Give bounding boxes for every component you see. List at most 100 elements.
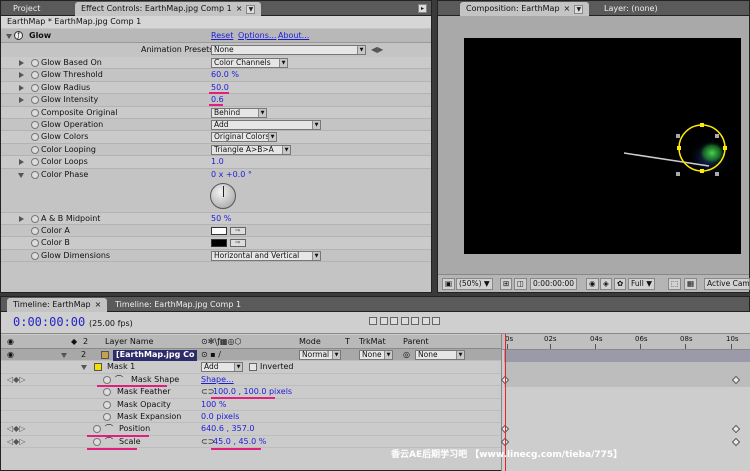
time-ruler[interactable]: 0s 02s 04s 06s 08s 10s <box>502 334 750 350</box>
stopwatch-icon[interactable] <box>93 425 101 434</box>
color-b-swatch[interactable] <box>211 239 227 248</box>
tab-layer[interactable]: Layer: (none) <box>598 2 664 16</box>
color-looping-dropdown[interactable]: Triangle A>B>A ▼ <box>211 144 291 155</box>
stopwatch-icon[interactable] <box>31 59 39 67</box>
color-loops-value[interactable]: 1.0 <box>211 156 224 168</box>
stopwatch-icon[interactable] <box>103 375 111 384</box>
glow-threshold-value[interactable]: 60.0 % <box>211 69 239 81</box>
options-link[interactable]: Options... <box>238 31 277 40</box>
collapse-icon[interactable] <box>61 353 67 358</box>
glow-based-on-dropdown[interactable]: Color Channels ▼ <box>211 58 288 68</box>
prop-value[interactable]: Shape... <box>201 374 234 386</box>
keyframe[interactable] <box>731 424 741 434</box>
safe-zones-icon[interactable]: ⊞ <box>500 278 513 290</box>
layer-switches[interactable]: ⊙ ▪ / <box>201 349 221 361</box>
mask-name[interactable]: Mask 1 <box>107 361 135 373</box>
close-icon[interactable]: × <box>95 300 102 309</box>
prop-value[interactable]: 0.0 pixels <box>201 411 239 423</box>
stopwatch-icon[interactable] <box>31 227 39 235</box>
live-update-icon[interactable] <box>379 316 388 325</box>
presets-dropdown[interactable]: None ▼ <box>211 45 366 55</box>
stopwatch-icon[interactable] <box>31 214 39 223</box>
layer-name-header[interactable]: Layer Name <box>105 335 153 348</box>
timeline-timecode[interactable]: 0:00:00:00 <box>13 315 85 329</box>
layer-bar[interactable] <box>504 350 750 363</box>
color-phase-value[interactable]: 0 x +0.0 ° <box>211 169 252 181</box>
layer-row[interactable]: ◉ 2 [EarthMap.jpg Co ⊙ ▪ / Normal ▼ None ▼… <box>1 349 501 362</box>
glow-operation-dropdown[interactable]: Add ▼ <box>211 120 321 130</box>
current-time[interactable]: 0:00:00:00 <box>530 278 577 290</box>
keyframe-nav-icon[interactable]: ◁◆▷ <box>7 423 25 435</box>
draft-3d-icon[interactable] <box>390 316 399 325</box>
mask-mode-dropdown[interactable]: Add ▼ <box>201 362 243 373</box>
inverted-checkbox[interactable] <box>249 363 257 372</box>
glow-colors-dropdown[interactable]: Original Colors ▼ <box>211 132 277 143</box>
layer-handle[interactable] <box>715 172 719 176</box>
chevron-down-icon[interactable]: ▼ <box>574 5 584 14</box>
collapse-icon[interactable] <box>6 34 12 39</box>
stopwatch-icon[interactable] <box>31 133 39 142</box>
layer-handle[interactable] <box>715 134 719 138</box>
stopwatch-icon[interactable] <box>93 437 101 446</box>
prop-value[interactable]: 640.6 , 357.0 <box>201 423 254 435</box>
keyframe-nav-icon[interactable]: ◁◆▷ <box>7 374 25 386</box>
panel-menu-icon[interactable]: ▸ <box>418 4 427 13</box>
tab-effect-controls[interactable]: Effect Controls: EarthMap.jpg Comp 1 × ▼ <box>75 2 262 16</box>
mask-vertex[interactable] <box>677 146 681 150</box>
stopwatch-icon[interactable] <box>31 145 39 154</box>
color-a-swatch[interactable] <box>211 227 227 235</box>
collapse-icon[interactable] <box>81 365 87 371</box>
mask-vertex[interactable] <box>700 123 704 127</box>
close-icon[interactable]: × <box>236 4 243 13</box>
always-preview-icon[interactable]: ▣ <box>442 278 456 290</box>
zoom-dropdown[interactable]: (50%) ▼ <box>456 278 493 290</box>
graph-editor-icon[interactable] <box>432 316 441 325</box>
stopwatch-icon[interactable] <box>103 400 111 409</box>
prop-value[interactable]: 45.0 , 45.0 % <box>213 436 266 448</box>
mask-view-icon[interactable]: ◫ <box>514 278 528 290</box>
mask-color-swatch[interactable] <box>94 363 102 372</box>
fx-icon[interactable]: ƒ <box>14 31 23 40</box>
stopwatch-icon[interactable] <box>31 108 39 117</box>
eye-icon[interactable]: ◉ <box>7 349 14 361</box>
about-link[interactable]: About... <box>278 31 309 40</box>
stopwatch-icon[interactable] <box>31 121 39 129</box>
stopwatch-icon[interactable] <box>31 158 39 167</box>
prop-value[interactable]: 100 % <box>201 399 226 411</box>
frame-blending-icon[interactable] <box>411 316 420 325</box>
stopwatch-icon[interactable] <box>31 251 39 260</box>
tab-timeline-earthmap[interactable]: Timeline: EarthMap × <box>7 298 108 312</box>
composite-original-dropdown[interactable]: Behind ▼ <box>211 107 267 118</box>
channel-icon[interactable]: ✿ <box>614 278 627 290</box>
reset-link[interactable]: Reset <box>211 31 233 40</box>
midpoint-value[interactable]: 50 % <box>211 213 231 225</box>
transparency-grid-icon[interactable]: ▦ <box>684 278 698 290</box>
mask-vertex[interactable] <box>723 146 727 150</box>
stopwatch-icon[interactable] <box>31 83 39 92</box>
stopwatch-icon[interactable] <box>31 96 39 105</box>
comp-mini-flowchart-icon[interactable] <box>369 316 377 325</box>
camera-dropdown[interactable]: Active Came <box>704 278 750 290</box>
roi-icon[interactable]: ⬚ <box>668 278 682 290</box>
glow-dimensions-dropdown[interactable]: Horizontal and Vertical ▼ <box>211 250 321 261</box>
show-snapshot-icon[interactable]: ◈ <box>600 278 612 290</box>
mask-vertex[interactable] <box>700 169 704 173</box>
layer-name[interactable]: [EarthMap.jpg Co <box>113 350 198 361</box>
resolution-dropdown[interactable]: Full ▼ <box>628 278 655 290</box>
tab-project[interactable]: Project <box>7 2 46 16</box>
preset-nav-icon[interactable]: ◀▶ <box>371 45 383 54</box>
stopwatch-icon[interactable] <box>31 170 39 179</box>
stopwatch-icon[interactable] <box>31 71 39 80</box>
trkmat-dropdown[interactable]: None ▼ <box>359 350 393 360</box>
keyframe[interactable] <box>731 437 741 447</box>
tab-composition[interactable]: Composition: EarthMap × ▼ <box>460 2 590 16</box>
chevron-down-icon[interactable]: ▼ <box>246 5 256 14</box>
stopwatch-icon[interactable] <box>31 239 39 248</box>
close-icon[interactable]: × <box>564 4 571 13</box>
shy-icon[interactable] <box>400 316 409 325</box>
eyedropper-icon[interactable]: ⇨ <box>230 227 246 235</box>
layer-handle[interactable] <box>676 134 680 138</box>
pickwhip-icon[interactable]: ◎ <box>403 349 410 361</box>
stopwatch-icon[interactable] <box>103 413 111 421</box>
keyframe-nav-icon[interactable]: ◁◆▷ <box>7 436 25 448</box>
